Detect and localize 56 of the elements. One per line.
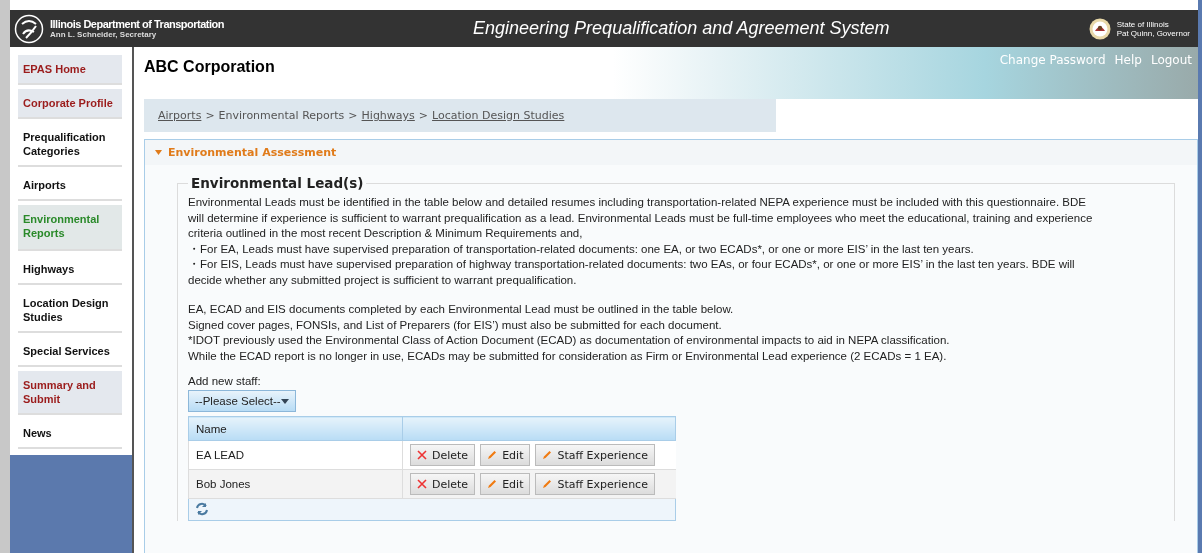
refresh-icon[interactable] <box>195 501 209 516</box>
paragraph-line: Signed cover pages, FONSIs, and List of Preparers (for EIS’) must also be submitted for each document. <box>188 317 723 333</box>
fieldset-legend: Environmental Lead(s) <box>188 175 367 191</box>
experience-button[interactable]: Staff Experience <box>535 444 655 466</box>
sidebar-item[interactable]: Prequalification Categories <box>18 123 122 167</box>
delete-button[interactable]: Delete <box>410 444 476 466</box>
staff-select[interactable]: --Please Select-- <box>188 390 296 412</box>
sidebar-item[interactable]: Environmental Reports <box>18 205 122 251</box>
agency-logo-icon <box>14 13 44 44</box>
edit-button[interactable]: Edit <box>480 444 531 466</box>
breadcrumb-link[interactable]: Highways <box>361 109 415 122</box>
paragraph-line: decide whether any submitted project is sufficient to warrant prequalification. <box>188 272 578 288</box>
paragraph-line: ・For EA, Leads must have supervised preparation of transportation-related documents: one EA, or two ECADs*, or one or more EIS’ in the last ten years. <box>188 241 975 257</box>
paragraph-line: EA, ECAD and EIS documents completed by each Environmental Lead must be outlined in the table below. <box>188 302 735 317</box>
sidebar-item[interactable]: Airports <box>18 171 122 201</box>
caret-icon <box>155 150 162 155</box>
paragraph-line: While the ECAD report is no longer in use, ECADs may be submitted for consideration as Firm or Environmental Lead experience (2 ECADs = 1 EA). <box>188 348 948 364</box>
delete-button[interactable]: Delete <box>410 473 476 495</box>
sidebar-item[interactable]: Location Design Studies <box>18 289 122 333</box>
paragraph-line: will determine if experience is sufficient to warrant prequalification as a lead. Environmental Leads must be full-time employees who meet the educational, training and experience <box>188 210 1094 226</box>
breadcrumb-separator: > <box>348 109 358 122</box>
pencil-icon <box>487 479 498 489</box>
paragraph-line: Environmental Leads must be identified in the table below and detailed resumes including transportation-related NEPA experience must be included with this questionnaire. BDE <box>188 195 1087 210</box>
sidebar-item[interactable]: Special Services <box>18 337 122 367</box>
sidebar-item[interactable]: Corporate Profile <box>18 89 122 119</box>
governor-name: Pat Quinn, Governor <box>1116 28 1190 38</box>
paragraph-line: ・For EIS, Leads must have supervised preparation of highway transportation-related documents: two EAs, or four ECADs*, or one or more EIS’ in the last ten years. BDE will <box>188 257 1076 272</box>
pencil-icon <box>542 450 553 460</box>
table-cell: EA LEAD <box>188 440 403 470</box>
secretary-name: Ann L. Schneider, Secretary <box>50 30 158 39</box>
experience-button[interactable]: Staff Experience <box>535 473 655 495</box>
field-label: Add new staff: <box>188 375 262 387</box>
sidebar-item[interactable]: Highways <box>18 255 122 285</box>
pencil-icon <box>542 479 553 489</box>
state-name: State of Illinois <box>1116 19 1170 29</box>
paragraph-line: criteria outlined in the most recent Description & Minimum Requirements and, <box>188 226 584 241</box>
breadcrumb-link[interactable]: Location Design Studies <box>432 109 565 122</box>
pencil-icon <box>487 450 498 460</box>
edit-button[interactable]: Edit <box>480 473 531 495</box>
company-name: ABC Corporation <box>144 58 275 76</box>
breadcrumb-link[interactable]: Airports <box>158 109 202 122</box>
paragraph-line: *IDOT previously used the Environmental Class of Action Document (ECAD) as documentation of environmental impacts to aid in NEPA classification. <box>188 333 951 348</box>
column-header: Name <box>188 416 403 441</box>
table-cell: Bob Jones <box>188 469 403 499</box>
system-title: Engineering Prequalification and Agreement System <box>472 18 891 39</box>
seal-icon <box>1088 17 1111 40</box>
sidebar-item[interactable]: News <box>18 419 122 449</box>
breadcrumb-separator: > <box>418 109 429 122</box>
close-icon <box>417 450 427 460</box>
caret-icon <box>281 398 289 404</box>
breadcrumb-current: Environmental Reports <box>218 109 345 122</box>
breadcrumb-separator: > <box>205 109 215 122</box>
close-icon <box>417 479 427 489</box>
sidebar-item[interactable]: EPAS Home <box>18 55 122 85</box>
agency-name: Illinois Department of Transportation <box>50 18 225 30</box>
sidebar-item[interactable]: Summary and Submit <box>18 371 122 415</box>
